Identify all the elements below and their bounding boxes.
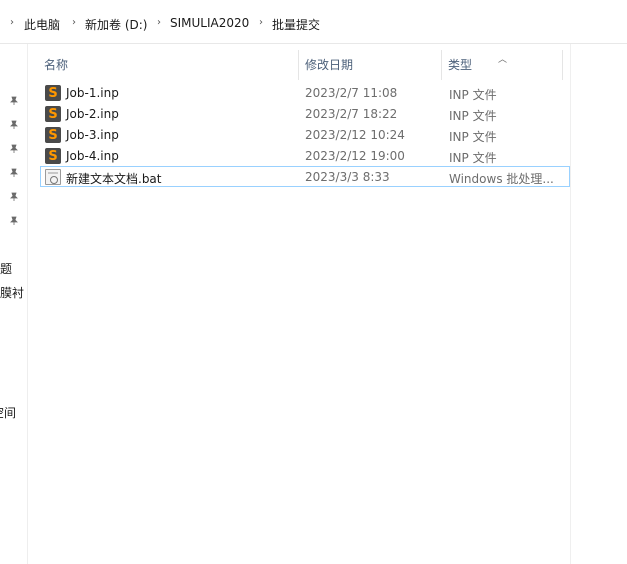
file-name: 新建文本文档.bat	[66, 172, 162, 186]
pin-icon[interactable]	[9, 144, 19, 154]
file-date: 2023/3/3 8:33	[305, 170, 390, 184]
sort-up-icon: ︿	[498, 55, 508, 65]
column-header-type[interactable]: 类型	[448, 50, 472, 80]
column-divider[interactable]	[441, 50, 442, 80]
breadcrumb-batch-submit[interactable]: 批量提交	[272, 16, 320, 33]
breadcrumb-simulia2020[interactable]: SIMULIA2020	[170, 16, 249, 30]
file-name: Job-4.inp	[66, 149, 119, 163]
file-name: Job-1.inp	[66, 86, 119, 100]
pin-icon[interactable]	[9, 192, 19, 202]
file-type: INP 文件	[449, 130, 497, 144]
pin-icon[interactable]	[9, 168, 19, 178]
column-header-date-modified[interactable]: 修改日期	[305, 50, 353, 80]
file-type: Windows 批处理...	[449, 172, 554, 186]
chevron-right-icon[interactable]: ›	[72, 17, 76, 28]
file-name: Job-3.inp	[66, 128, 119, 142]
pane-divider[interactable]	[570, 44, 571, 564]
file-row-selected[interactable]: 新建文本文档.bat 2023/3/3 8:33 Windows 批处理...	[40, 166, 570, 187]
file-type: INP 文件	[449, 109, 497, 123]
breadcrumb-this-pc[interactable]: 此电脑	[24, 16, 60, 33]
nav-item-label[interactable]: 题	[0, 260, 12, 277]
address-bar[interactable]: › 此电脑 › 新加卷 (D:) › SIMULIA2020 › 批量提交	[0, 0, 627, 44]
file-row[interactable]: S Job-2.inp 2023/2/7 18:22 INP 文件	[40, 103, 570, 124]
file-type: INP 文件	[449, 88, 497, 102]
column-header-row: 名称 修改日期 类型 ︿	[28, 50, 598, 80]
file-date: 2023/2/12 10:24	[305, 128, 405, 142]
chevron-right-icon[interactable]: ›	[259, 17, 263, 28]
file-row[interactable]: S Job-1.inp 2023/2/7 11:08 INP 文件	[40, 82, 570, 103]
sublime-file-icon: S	[45, 148, 61, 164]
file-date: 2023/2/12 19:00	[305, 149, 405, 163]
sublime-file-icon: S	[45, 85, 61, 101]
chevron-right-icon[interactable]: ›	[157, 17, 161, 28]
file-name: Job-2.inp	[66, 107, 119, 121]
file-date: 2023/2/7 11:08	[305, 86, 398, 100]
column-header-name[interactable]: 名称	[44, 50, 68, 80]
column-divider[interactable]	[562, 50, 563, 80]
sublime-file-icon: S	[45, 127, 61, 143]
nav-item-label[interactable]: 空间	[0, 404, 16, 421]
file-row[interactable]: S Job-3.inp 2023/2/12 10:24 INP 文件	[40, 124, 570, 145]
pin-icon[interactable]	[9, 96, 19, 106]
chevron-right-icon: ›	[10, 17, 14, 28]
batch-file-icon	[45, 169, 61, 185]
sublime-file-icon: S	[45, 106, 61, 122]
breadcrumb-drive-d[interactable]: 新加卷 (D:)	[85, 16, 147, 33]
column-divider[interactable]	[298, 50, 299, 80]
file-date: 2023/2/7 18:22	[305, 107, 398, 121]
file-type: INP 文件	[449, 151, 497, 165]
file-row[interactable]: S Job-4.inp 2023/2/12 19:00 INP 文件	[40, 145, 570, 166]
file-list-pane[interactable]: 名称 修改日期 类型 ︿ S Job-1.inp 2023/2/7 11:08 …	[28, 44, 627, 564]
pin-icon[interactable]	[9, 216, 19, 226]
navigation-pane: 题 膜衬 空间	[0, 44, 28, 564]
pin-icon[interactable]	[9, 120, 19, 130]
nav-item-label[interactable]: 膜衬	[0, 284, 24, 301]
